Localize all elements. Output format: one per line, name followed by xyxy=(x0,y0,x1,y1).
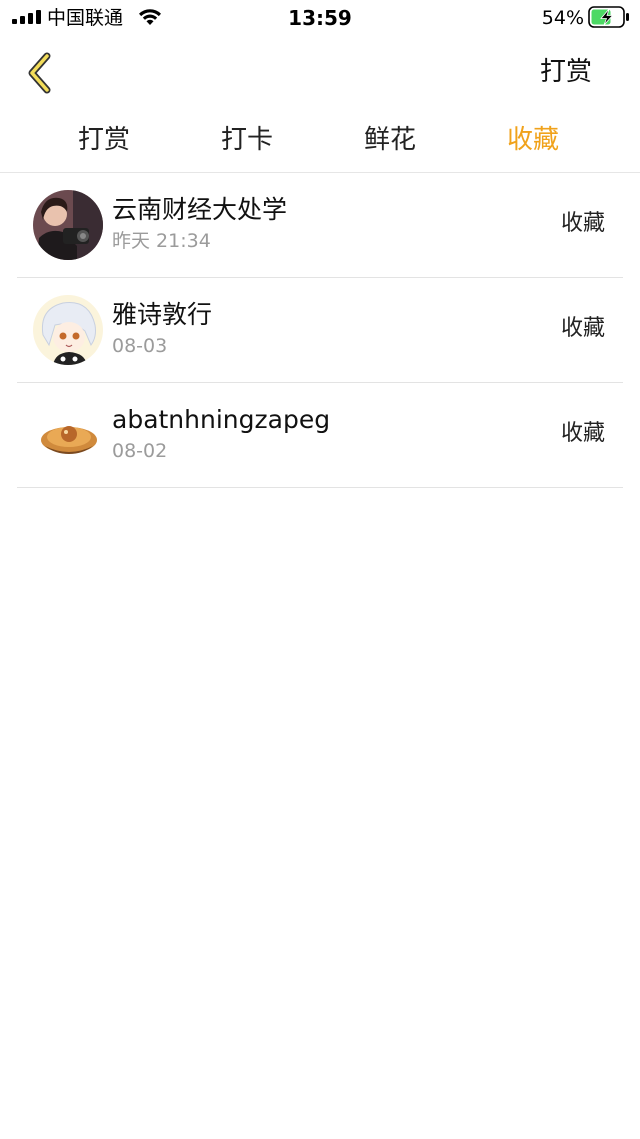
reward-button[interactable]: 打赏 xyxy=(540,54,592,90)
avatar[interactable] xyxy=(33,190,103,260)
status-bar: 中国联通 13:59 54% xyxy=(0,0,640,36)
list-item[interactable]: 雅诗敦行 08-03 收藏 xyxy=(17,278,623,383)
tab-favorites[interactable]: 收藏 xyxy=(473,122,593,158)
record-type: 收藏 xyxy=(560,421,605,446)
chevron-left-icon[interactable] xyxy=(20,50,62,96)
tab-bar: 打赏 打卡 鲜花 收藏 xyxy=(0,110,640,173)
user-name: abatnhningzapeg xyxy=(112,405,331,434)
avatar[interactable] xyxy=(33,400,103,470)
record-type: 收藏 xyxy=(560,316,605,341)
tab-reward[interactable]: 打赏 xyxy=(44,122,164,158)
user-name: 云南财经大处学 xyxy=(112,195,288,224)
record-type: 收藏 xyxy=(560,211,605,236)
battery-percentage: 54% xyxy=(541,7,584,29)
record-time: 08-02 xyxy=(112,440,168,462)
tab-flowers[interactable]: 鲜花 xyxy=(330,122,450,158)
list-item[interactable]: 云南财经大处学 昨天 21:34 收藏 xyxy=(17,173,623,278)
record-time: 昨天 21:34 xyxy=(112,230,211,252)
list-item[interactable]: abatnhningzapeg 08-02 收藏 xyxy=(17,383,623,488)
tab-checkin[interactable]: 打卡 xyxy=(187,122,307,158)
battery-charging-icon xyxy=(588,6,629,28)
favorites-list: 云南财经大处学 昨天 21:34 收藏 雅诗敦行 08-03 收藏 abatnh… xyxy=(17,173,623,488)
record-time: 08-03 xyxy=(112,335,168,357)
avatar[interactable] xyxy=(33,295,103,365)
nav-bar: 打赏 xyxy=(0,36,640,110)
user-name: 雅诗敦行 xyxy=(112,300,213,329)
